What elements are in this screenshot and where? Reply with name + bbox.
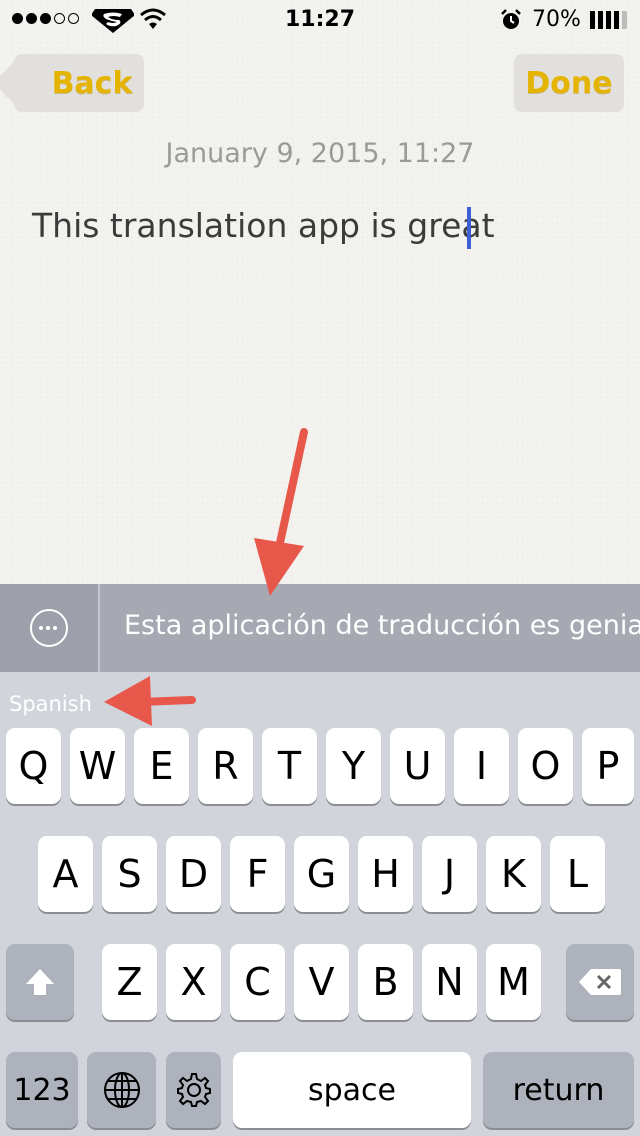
key-o[interactable]: O [518,728,573,804]
space-key[interactable]: space [233,1052,471,1128]
more-options-button[interactable] [0,584,100,672]
note-text-area[interactable]: This translation app is great [32,206,495,245]
key-y[interactable]: Y [326,728,381,804]
key-r[interactable]: R [198,728,253,804]
key-q[interactable]: Q [6,728,61,804]
note-date: January 9, 2015, 11:27 [165,138,475,169]
key-b[interactable]: B [358,944,413,1020]
key-v[interactable]: V [294,944,349,1020]
numbers-key[interactable]: 123 [6,1052,78,1128]
alarm-icon [501,9,521,29]
return-key[interactable]: return [483,1052,634,1128]
backspace-icon [579,969,621,995]
key-m[interactable]: M [486,944,541,1020]
key-f[interactable]: F [230,836,285,912]
translation-bar: Esta aplicación de traducción es genial [0,584,640,672]
battery-icon [590,11,627,29]
back-button[interactable]: Back [14,54,144,112]
key-s[interactable]: S [102,836,157,912]
shift-icon [26,969,54,995]
key-z[interactable]: Z [102,944,157,1020]
key-a[interactable]: A [38,836,93,912]
more-icon [30,609,68,647]
globe-key[interactable] [87,1052,156,1128]
key-p[interactable]: P [582,728,634,804]
key-w[interactable]: W [70,728,125,804]
key-t[interactable]: T [262,728,317,804]
gear-icon [176,1073,211,1107]
battery-percent: 70% [532,7,581,32]
down-arrow-annotation [254,428,308,596]
key-d[interactable]: D [166,836,221,912]
delete-key[interactable] [566,944,634,1020]
shift-key[interactable] [6,944,74,1020]
globe-icon [103,1072,140,1108]
key-e[interactable]: E [134,728,189,804]
key-c[interactable]: C [230,944,285,1020]
key-i[interactable]: I [454,728,509,804]
key-g[interactable]: G [294,836,349,912]
done-button-label: Done [525,65,613,101]
key-u[interactable]: U [390,728,445,804]
key-j[interactable]: J [422,836,477,912]
settings-key[interactable] [166,1052,221,1128]
translation-result[interactable]: Esta aplicación de traducción es genial [124,610,640,641]
target-language-label[interactable]: Spanish [9,692,92,716]
key-h[interactable]: H [358,836,413,912]
key-n[interactable]: N [422,944,477,1020]
key-x[interactable]: X [166,944,221,1020]
done-button[interactable]: Done [514,54,624,112]
status-bar: 11:27 70% [0,0,640,40]
key-k[interactable]: K [486,836,541,912]
back-button-label: Back [51,65,133,101]
text-cursor [467,207,471,249]
key-l[interactable]: L [550,836,605,912]
